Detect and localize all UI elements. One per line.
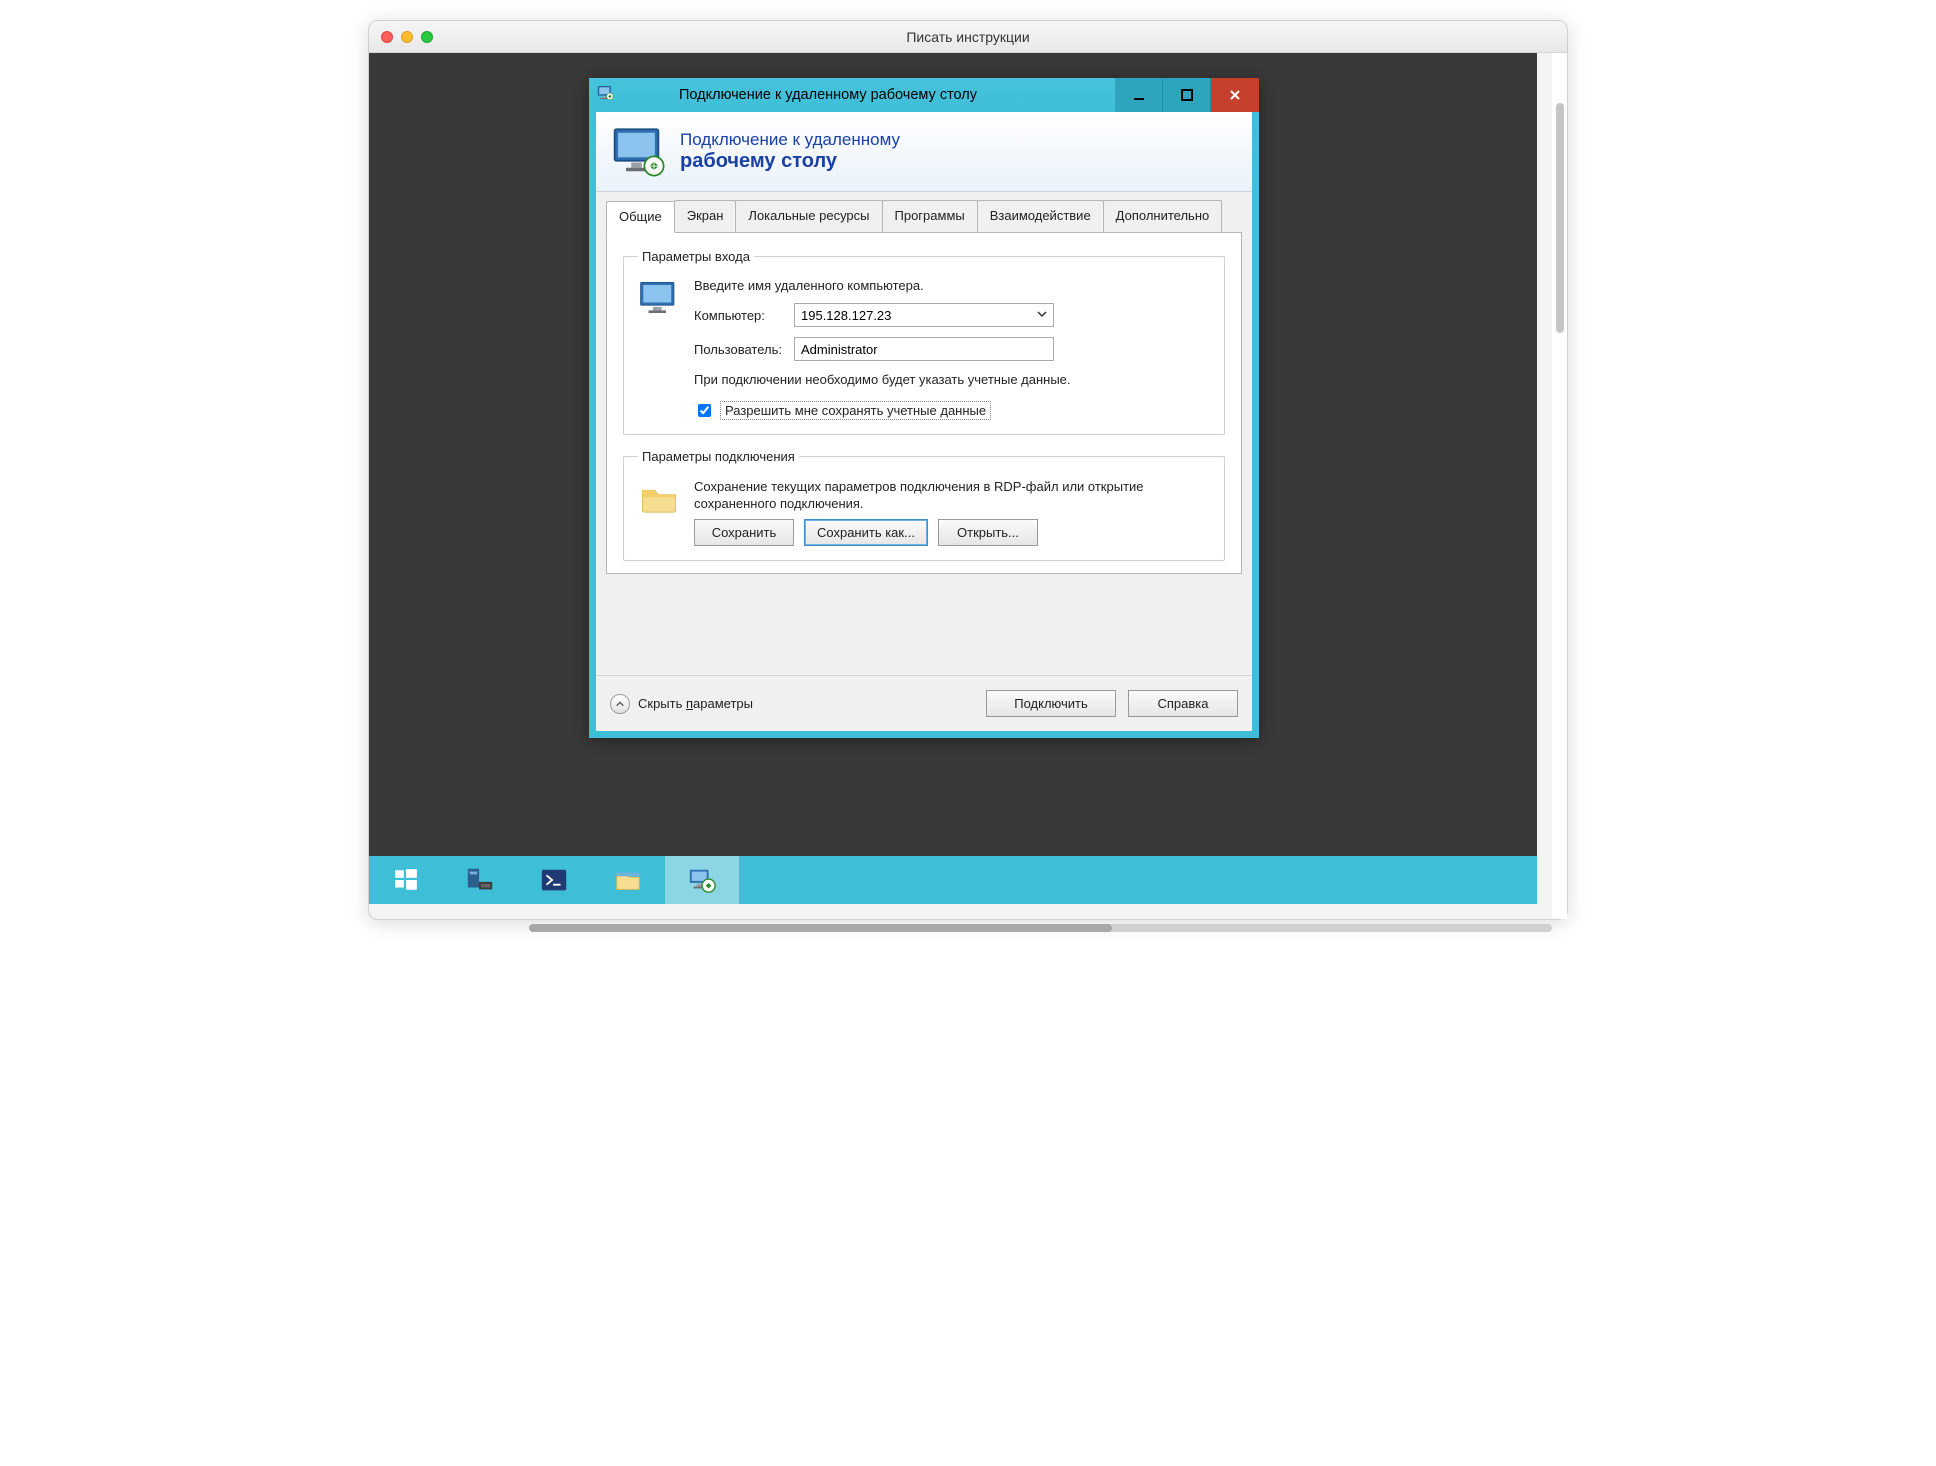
rdp-header: Подключение к удаленному рабочему столу [596,112,1252,192]
maximize-button[interactable] [1163,78,1211,112]
taskbar-server-manager[interactable] [443,856,517,904]
save-button[interactable]: Сохранить [694,519,794,546]
rdp-footer: Скрыть параметры Подключить Справка [596,675,1252,731]
computer-label: Компьютер: [694,308,794,323]
folder-icon [638,478,680,546]
logon-legend: Параметры входа [638,249,754,264]
minimize-button[interactable] [1115,78,1163,112]
connection-group: Параметры подключения [623,449,1225,561]
app-title-line1: Подключение к удаленному [680,130,900,150]
tab-programs[interactable]: Программы [882,200,978,232]
taskbar [369,856,1537,904]
logon-group: Параметры входа [623,249,1225,435]
user-input[interactable] [794,337,1054,361]
tab-display[interactable]: Экран [674,200,737,232]
taskbar-explorer[interactable] [591,856,665,904]
taskbar-rdp[interactable] [665,856,739,904]
close-button[interactable] [1211,78,1259,112]
connection-text: Сохранение текущих параметров подключени… [694,478,1210,513]
mac-titlebar: Писать инструкции [369,21,1567,53]
help-button[interactable]: Справка [1128,690,1238,717]
open-button[interactable]: Открыть... [938,519,1038,546]
tab-general[interactable]: Общие [606,201,675,233]
monitor-icon [612,124,668,180]
tab-advanced[interactable]: Дополнительно [1103,200,1223,232]
tab-strip: Общие Экран Локальные ресурсы Программы … [606,200,1242,232]
vm-screen: Подключение к удаленному рабочему столу [369,53,1537,904]
mac-window-title: Писать инструкции [369,29,1567,45]
monitor-small-icon [638,278,680,420]
app-title-line2: рабочему столу [680,150,900,173]
tab-experience[interactable]: Взаимодействие [977,200,1104,232]
host-window: Писать инструкции [368,20,1568,920]
user-label: Пользователь: [694,342,794,357]
allow-save-label[interactable]: Разрешить мне сохранять учетные данные [720,401,991,420]
logon-intro: Введите имя удаленного компьютера. [694,278,1210,293]
scrollbar-thumb[interactable] [1556,103,1564,333]
chevron-up-icon [610,694,630,714]
horizontal-scrollbar[interactable] [529,924,1552,932]
credentials-note: При подключении необходимо будет указать… [694,371,1210,389]
computer-input[interactable] [794,303,1054,327]
connection-legend: Параметры подключения [638,449,799,464]
tab-panel-general: Параметры входа [606,232,1242,574]
start-button[interactable] [369,856,443,904]
rdp-window[interactable]: Подключение к удаленному рабочему столу [589,78,1259,738]
allow-save-checkbox[interactable] [698,404,711,417]
hide-options-link[interactable]: Скрыть параметры [610,694,974,714]
save-as-button[interactable]: Сохранить как... [804,519,928,546]
rdp-window-title: Подключение к удаленному рабочему столу [581,87,1075,103]
rdp-titlebar[interactable]: Подключение к удаленному рабочему столу [589,78,1259,112]
taskbar-powershell[interactable] [517,856,591,904]
vertical-scrollbar[interactable] [1552,53,1567,919]
tab-local[interactable]: Локальные ресурсы [735,200,882,232]
connect-button[interactable]: Подключить [986,690,1116,717]
